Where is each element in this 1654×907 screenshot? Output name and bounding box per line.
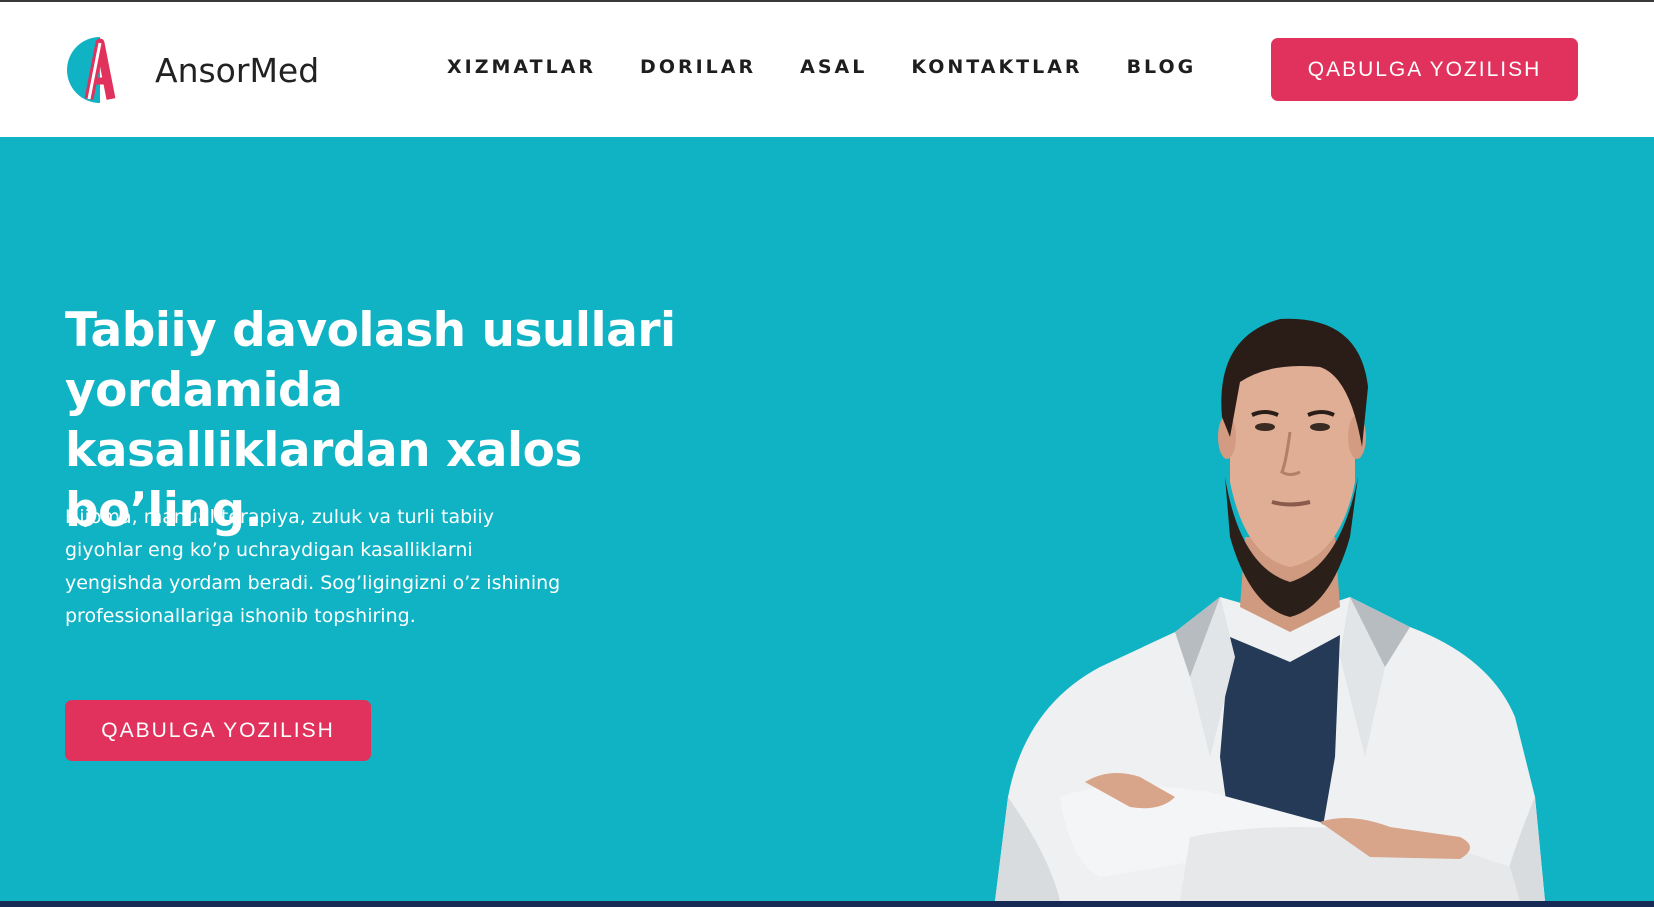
hero-description-line: yengishda yordam beradi. Sog’ligingizni … <box>65 572 561 594</box>
hero-description-line: giyohlar eng ko’p uchraydigan kasallikla… <box>65 539 473 561</box>
nav-item-blog[interactable]: BLOG <box>1127 56 1197 78</box>
hero-title-line: yordamida <box>65 363 343 418</box>
hero-appointment-button[interactable]: QABULGA YOZILISH <box>65 700 371 761</box>
hero-title-line: Tabiiy davolash usullari <box>65 303 676 358</box>
hero-description-line: professionallariga ishonib topshiring. <box>65 605 416 627</box>
nav-item-xizmatlar[interactable]: XIZMATLAR <box>447 56 596 78</box>
site-header: AnsorMed XIZMATLAR DORILAR ASAL KONTAKTL… <box>0 2 1654 137</box>
ansormed-logo-icon <box>67 37 133 103</box>
brand-name: AnsorMed <box>155 50 320 90</box>
nav-item-kontaktlar[interactable]: KONTAKTLAR <box>911 56 1082 78</box>
nav-item-dorilar[interactable]: DORILAR <box>640 56 756 78</box>
nav-item-asal[interactable]: ASAL <box>800 56 867 78</box>
hero-description-line: Hijoma, manual terapiya, zuluk va turli … <box>65 506 494 528</box>
hero-description: Hijoma, manual terapiya, zuluk va turli … <box>65 501 625 633</box>
main-nav: XIZMATLAR DORILAR ASAL KONTAKTLAR BLOG <box>447 56 1196 78</box>
header-appointment-button[interactable]: QABULGA YOZILISH <box>1271 38 1578 101</box>
bottom-bar <box>0 901 1654 907</box>
doctor-portrait-image <box>995 318 1545 901</box>
hero-section: Tabiiy davolash usullari yordamida kasal… <box>0 137 1654 901</box>
logo-link[interactable]: AnsorMed <box>65 35 319 105</box>
